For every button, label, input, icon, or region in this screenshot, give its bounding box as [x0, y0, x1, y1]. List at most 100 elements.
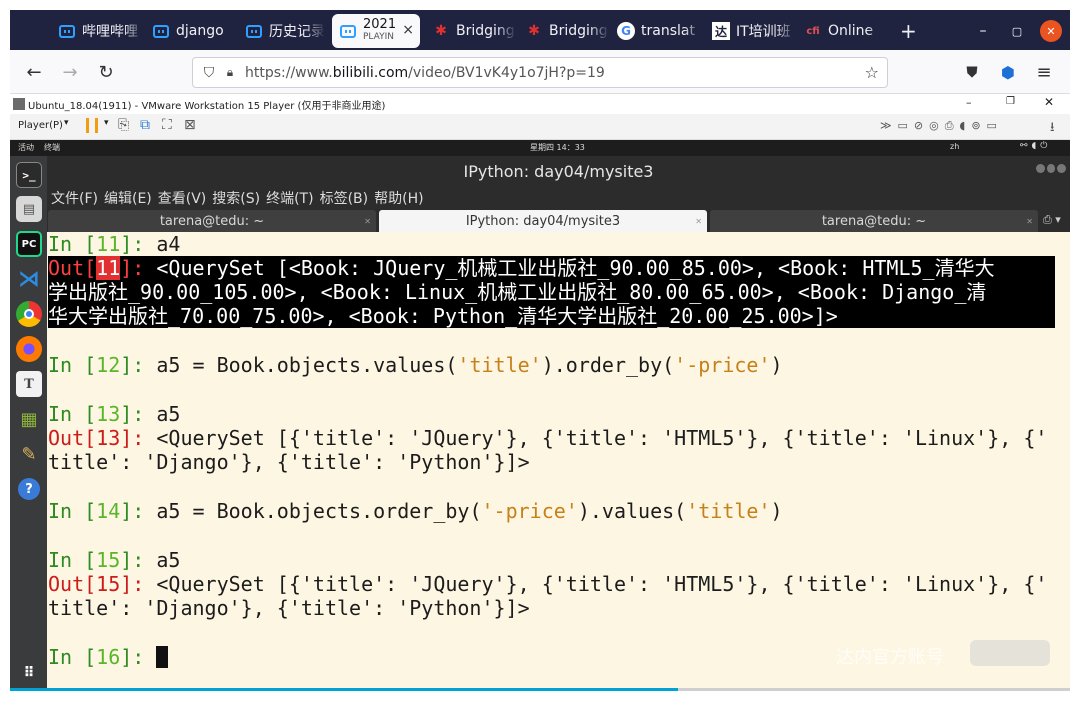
app-grid-icon[interactable]: ⠿ — [16, 660, 42, 686]
browser-tab-active[interactable]: 2021 PLAYIN × — [332, 14, 420, 48]
fullscreen-icon[interactable]: ⛶ — [162, 117, 172, 133]
terminal-window-controls[interactable] — [1036, 164, 1067, 176]
url-bar[interactable]: ⛉ 🔒︎ https://www. bilibili.com/video/BV1v… — [192, 57, 888, 88]
terminal-tab-label: tarena@tedu: ~ — [821, 213, 927, 229]
browser-tab[interactable]: 哔哩哔哩 — [58, 15, 144, 47]
menu-help[interactable]: 帮助(H) — [374, 188, 423, 208]
terminal-tab-bar: tarena@tedu: ~ ✕ IPython: day04/mysite3 … — [47, 210, 1070, 232]
minimize-button[interactable]: – — [972, 20, 994, 42]
menu-edit[interactable]: 编辑(E) — [104, 188, 152, 208]
menu-view[interactable]: 查看(V) — [158, 188, 207, 208]
terminal-line: Out[13]: <QuerySet [{'title': 'JQuery'},… — [48, 426, 1048, 450]
new-tab-button[interactable]: + — [900, 15, 920, 47]
terminal-icon[interactable]: >_ — [16, 162, 42, 188]
new-terminal-tab-icon[interactable]: ⎙ ▾ — [1043, 213, 1061, 227]
video-progress-bar[interactable] — [10, 688, 1070, 691]
clock[interactable]: 星期四 14：33 — [530, 142, 585, 153]
browser-navbar: ← → ↻ ⛉ 🔒︎ https://www. bilibili.com/vide… — [10, 50, 1070, 94]
terminal-prompt-line: In [16]: — [48, 645, 169, 669]
system-tray-icons[interactable]: ⚯◖⏻ — [1020, 141, 1051, 151]
browser-tab[interactable]: ✱ Bridging — [432, 15, 516, 47]
url-domain: bilibili.com — [332, 64, 409, 81]
terminal-tab[interactable]: tarena@tedu: ~ ✕ — [710, 210, 1038, 232]
menu-terminal[interactable]: 终端(T) — [266, 188, 313, 208]
terminal-title-bar: IPython: day04/mysite3 — [47, 156, 1070, 186]
terminal-tab-label: tarena@tedu: ~ — [159, 213, 265, 229]
terminal-line: Out[15]: <QuerySet [{'title': 'JQuery'},… — [48, 572, 1048, 596]
download-icon[interactable]: ⭳ — [1050, 118, 1055, 140]
ubuntu-dock: >_ ▤ PC ⋊ T ▦ ✎ ? ⠿ — [10, 156, 47, 691]
terminal-line-selected: 学出版社_90.00_105.00>, <Book: Linux_机械工业出版社… — [48, 280, 1055, 304]
terminal-menu-bar: 文件(F) 编辑(E) 查看(V) 搜索(S) 终端(T) 标签(B) 帮助(H… — [47, 186, 1070, 210]
browser-tab[interactable]: django — [152, 15, 236, 47]
books-icon[interactable]: ▦ — [16, 406, 42, 432]
url-prefix: https://www. — [245, 64, 333, 81]
maximize-button[interactable]: ▢ — [1006, 20, 1028, 42]
player-menu[interactable]: Player(P) — [18, 120, 63, 131]
vm-restore-button[interactable]: ❐ — [1006, 96, 1015, 107]
chevron-down-icon[interactable]: ▾ — [64, 118, 69, 128]
shield-icon[interactable]: ⛉ — [201, 64, 217, 82]
terminal-app-menu[interactable]: 终端 — [44, 142, 60, 153]
text-cursor — [156, 646, 169, 668]
bookmark-star-icon[interactable]: ☆ — [865, 63, 879, 82]
bilibili-icon — [58, 22, 76, 40]
vmware-toolbar: Player(P) ▾ ▾ ⎘ ⧉ ⛶ ⊠ ≫▭⊘◎⎙◖⊚▭ ⭳ — [10, 114, 1070, 140]
terminal-tab[interactable]: tarena@tedu: ~ ✕ — [48, 210, 376, 232]
video-watermark: 达内官方账号 — [836, 647, 944, 668]
close-tab-icon[interactable]: ✕ — [695, 217, 702, 226]
terminal-line: In [12]: a5 = Book.objects.values('title… — [48, 353, 783, 377]
text-editor-icon[interactable]: T — [16, 371, 42, 397]
menu-tabs[interactable]: 标签(B) — [320, 188, 369, 208]
browser-tab[interactable]: 达 IT培训班 — [712, 15, 796, 47]
pocket-icon[interactable]: ⛊ — [960, 60, 984, 84]
chevron-down-icon[interactable]: ▾ — [104, 118, 109, 128]
terminal-tab-active[interactable]: IPython: day04/mysite3 ✕ — [379, 210, 707, 232]
terminal-title: IPython: day04/mysite3 — [463, 161, 654, 181]
unity-icon[interactable]: ⧉ — [140, 117, 150, 133]
tarena-icon: 达 — [712, 22, 730, 40]
device-status-icons[interactable]: ≫▭⊘◎⎙◖⊚▭ — [880, 119, 1003, 133]
terminal-tab-label: IPython: day04/mysite3 — [465, 213, 621, 229]
browser-tab[interactable]: 历史记录 — [245, 15, 325, 47]
close-window-button[interactable]: ✕ — [1040, 20, 1062, 42]
terminal-output[interactable]: In [11]: a4 Out[11]: <QuerySet [<Book: J… — [47, 232, 1070, 688]
browser-tab[interactable]: G translat — [617, 15, 703, 47]
close-tab-icon[interactable]: ✕ — [364, 217, 371, 226]
hamburger-menu-icon[interactable]: ≡ — [1032, 60, 1056, 84]
send-keys-icon[interactable]: ⎘ — [118, 117, 129, 133]
vscode-icon[interactable]: ⋊ — [16, 266, 42, 292]
help-icon[interactable]: ? — [18, 478, 40, 500]
no-unity-icon[interactable]: ⊠ — [184, 117, 196, 133]
chrome-icon[interactable] — [16, 301, 42, 327]
browser-tab-strip: 哔哩哔哩 django 历史记录 2021 PLAYIN × ✱ Bridgin… — [10, 10, 1070, 50]
video-progress-fill — [10, 688, 678, 691]
browser-tab[interactable]: cfi Online — [804, 15, 886, 47]
extension-icon[interactable]: ⬢ — [996, 60, 1020, 84]
close-tab-icon[interactable]: ✕ — [1026, 217, 1033, 226]
browser-tab[interactable]: ✱ Bridging — [525, 15, 609, 47]
firefox-icon[interactable] — [16, 336, 42, 362]
lock-icon[interactable]: 🔒︎ — [223, 64, 237, 82]
close-tab-icon[interactable]: × — [402, 22, 414, 38]
menu-search[interactable]: 搜索(S) — [212, 188, 260, 208]
pause-icon[interactable] — [86, 118, 98, 133]
screwdriver-icon[interactable]: ✎ — [16, 441, 42, 467]
activities-button[interactable]: 活动 — [18, 142, 34, 153]
cfi-icon: cfi — [806, 25, 820, 37]
forward-arrow-icon[interactable]: → — [58, 60, 82, 84]
terminal-line-selected: Out[11]: <QuerySet [<Book: JQuery_机械工业出版… — [48, 256, 1055, 280]
back-arrow-icon[interactable]: ← — [22, 60, 46, 84]
files-cabinet-icon[interactable]: ▤ — [16, 196, 42, 222]
menu-file[interactable]: 文件(F) — [51, 188, 98, 208]
maple-leaf-icon: ✱ — [435, 23, 447, 39]
url-path: /video/BV1vK4y1o7jH?p=19 — [408, 64, 605, 81]
vm-close-button[interactable]: ✕ — [1044, 95, 1054, 109]
terminal-line: In [14]: a5 = Book.objects.order_by('-pr… — [48, 499, 783, 523]
input-method-indicator[interactable]: zh — [950, 142, 959, 151]
vm-minimize-button[interactable]: – — [966, 96, 972, 109]
reload-icon[interactable]: ↻ — [94, 60, 118, 84]
browser-tab-label: django — [176, 23, 224, 39]
pycharm-icon[interactable]: PC — [16, 231, 42, 257]
vmware-title-bar: Ubuntu_18.04(1911) - VMware Workstation … — [10, 94, 1070, 114]
